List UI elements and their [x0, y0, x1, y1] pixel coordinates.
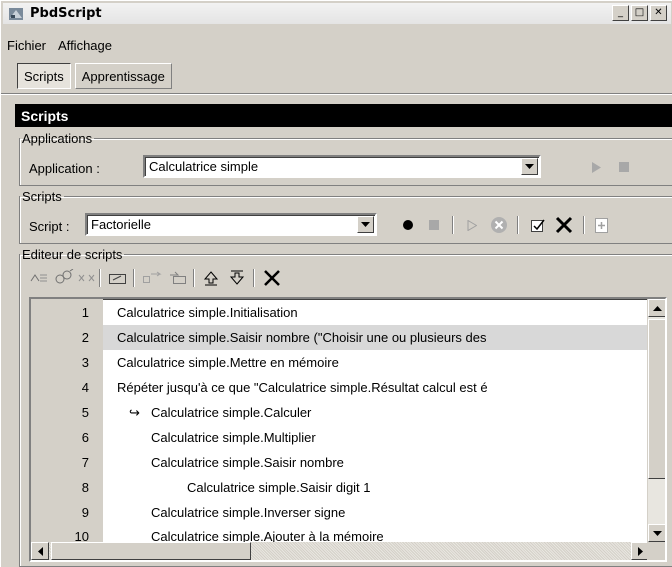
script-line-selected[interactable]: 2 Calculatrice simple.Saisir nombre ("Ch…: [31, 325, 649, 350]
script-line[interactable]: 7 Calculatrice simple.Saisir nombre: [31, 450, 649, 475]
validate-icon[interactable]: [529, 216, 547, 234]
menu-fichier[interactable]: Fichier: [7, 38, 46, 58]
line-number: 4: [81, 380, 89, 395]
scripts-legend: Scripts: [22, 189, 62, 204]
script-line[interactable]: 3 Calculatrice simple.Mettre en mémoire: [31, 350, 649, 375]
line-number: 6: [81, 430, 89, 445]
applications-legend: Applications: [22, 131, 93, 146]
script-line[interactable]: 9 Calculatrice simple.Inverser signe: [31, 500, 649, 525]
app-window: PbdScript _ □ ✕ Fichier Affichage Script…: [0, 0, 672, 567]
script-value: Factorielle: [91, 217, 151, 232]
line-text: Calculatrice simple.Mettre en mémoire: [117, 355, 339, 370]
panel-title: Scripts: [15, 104, 672, 127]
stop-icon[interactable]: [615, 158, 633, 176]
minimize-button[interactable]: _: [612, 5, 629, 21]
scroll-corner: [647, 542, 665, 560]
window-title: PbdScript: [30, 6, 102, 21]
collapse-icon[interactable]: [77, 269, 97, 287]
line-text: Répéter jusqu'à ce que "Calculatrice sim…: [117, 380, 488, 395]
line-text: Calculatrice simple.Calculer: [151, 405, 312, 420]
move-out-icon[interactable]: [167, 269, 189, 287]
record-icon[interactable]: [399, 216, 417, 234]
line-text: Calculatrice simple.Inverser signe: [151, 505, 346, 520]
move-up-icon[interactable]: [201, 268, 221, 288]
add-script-icon[interactable]: [593, 216, 611, 234]
group-icon[interactable]: [53, 267, 75, 287]
line-text: Calculatrice simple.Saisir digit 1: [187, 480, 371, 495]
mode-tabs: Scripts Apprentissage: [17, 63, 172, 89]
close-button[interactable]: ✕: [650, 5, 667, 21]
loop-arrow-icon: ↪: [129, 404, 140, 420]
cancel-icon[interactable]: [489, 215, 509, 235]
toolbar-separator: [99, 269, 101, 287]
tab-apprentissage[interactable]: Apprentissage: [74, 63, 172, 89]
horizontal-scroll-thumb[interactable]: [51, 542, 251, 560]
horizontal-scrollbar[interactable]: [31, 542, 649, 560]
script-line[interactable]: 1 Calculatrice simple.Initialisation: [31, 300, 649, 325]
remove-line-icon[interactable]: [261, 267, 283, 289]
script-line[interactable]: 6 Calculatrice simple.Multiplier: [31, 425, 649, 450]
application-label: Application :: [29, 161, 100, 176]
maximize-button[interactable]: □: [631, 5, 648, 21]
vertical-scroll-thumb[interactable]: [648, 319, 665, 479]
chevron-down-icon[interactable]: [357, 216, 374, 233]
scroll-up-button[interactable]: [648, 299, 665, 317]
app-icon: [8, 6, 24, 22]
indent-icon[interactable]: [29, 269, 49, 287]
line-number: 9: [81, 505, 89, 520]
play-outline-icon[interactable]: [463, 216, 481, 234]
script-line[interactable]: 5 ↪ Calculatrice simple.Calculer: [31, 400, 649, 425]
line-text: Calculatrice simple.Saisir nombre: [151, 455, 344, 470]
toolbar-separator: [133, 269, 135, 287]
toolbar-separator: [452, 216, 454, 234]
line-number: 3: [81, 355, 89, 370]
script-select[interactable]: Factorielle: [85, 213, 377, 236]
stop-record-icon[interactable]: [425, 216, 443, 234]
play-icon[interactable]: [587, 158, 605, 176]
line-number: 1: [81, 305, 89, 320]
chevron-down-icon[interactable]: [521, 158, 538, 175]
menu-bar: Fichier Affichage: [3, 38, 112, 58]
line-number: 8: [81, 480, 89, 495]
script-line[interactable]: 8 Calculatrice simple.Saisir digit 1: [31, 475, 649, 500]
scroll-down-button[interactable]: [648, 524, 665, 542]
editor-legend: Editeur de scripts: [22, 247, 123, 262]
script-editor-list[interactable]: 1 Calculatrice simple.Initialisation 2 C…: [29, 297, 667, 562]
script-line[interactable]: 4 Répéter jusqu'à ce que "Calculatrice s…: [31, 375, 649, 400]
toolbar-separator: [253, 269, 255, 287]
line-number: 7: [81, 455, 89, 470]
edit-line-icon[interactable]: [107, 269, 129, 287]
line-number: 5: [81, 405, 89, 420]
move-down-icon[interactable]: [227, 268, 247, 288]
menu-affichage[interactable]: Affichage: [58, 38, 112, 58]
script-label: Script :: [29, 219, 70, 234]
line-text: Calculatrice simple.Saisir nombre ("Choi…: [117, 330, 487, 345]
move-in-icon[interactable]: [141, 269, 163, 287]
tab-scripts[interactable]: Scripts: [17, 63, 71, 89]
application-select[interactable]: Calculatrice simple: [143, 155, 541, 178]
delete-icon[interactable]: [553, 214, 575, 236]
line-number: 2: [81, 330, 89, 345]
vertical-scrollbar[interactable]: [647, 299, 665, 542]
toolbar-divider: [1, 93, 672, 95]
toolbar-separator: [193, 269, 195, 287]
application-value: Calculatrice simple: [149, 159, 259, 174]
line-text: Calculatrice simple.Initialisation: [117, 305, 298, 320]
scroll-left-button[interactable]: [31, 542, 49, 560]
toolbar-separator: [583, 216, 585, 234]
line-text: Calculatrice simple.Multiplier: [151, 430, 316, 445]
title-bar[interactable]: PbdScript _ □ ✕: [3, 3, 671, 24]
toolbar-separator: [517, 216, 519, 234]
